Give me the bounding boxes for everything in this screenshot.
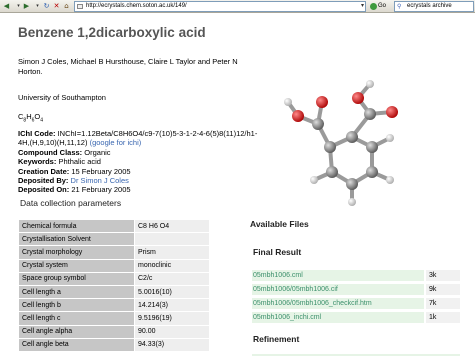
creation-date: Creation Date: 15 February 2005 [18, 166, 131, 176]
table-row: Crystallisation Solvent [19, 233, 209, 246]
ichi-code: IChI Code: INChI=1.12Beta/C8H6O4/c9-7(10… [18, 129, 258, 148]
file-size: 7k [426, 298, 460, 309]
file-link[interactable]: 05mbh1006_inchi.cml [252, 312, 424, 323]
param-value: C2/c [135, 272, 209, 285]
param-key: Chemical formula [19, 220, 134, 233]
authors: Simon J Coles, Michael B Hursthouse, Cla… [18, 57, 238, 76]
stop-icon[interactable]: ✕ [52, 2, 61, 11]
available-files-heading: Available Files [250, 219, 309, 229]
table-row: Space group symbol C2/c [19, 272, 209, 285]
affiliation: University of Southampton [18, 93, 106, 102]
search-input[interactable]: ⚲ ecrystals archive [394, 1, 474, 12]
file-link[interactable]: 05mbh1006/05mbh1006_checkcif.htm [252, 298, 424, 309]
reload-icon[interactable]: ↻ [42, 2, 51, 11]
go-icon [370, 3, 377, 10]
metadata-block: IChI Code: INChI=1.12Beta/C8H6O4/c9-7(10… [18, 129, 258, 195]
deposited-on: Deposited On: 21 February 2005 [18, 185, 131, 195]
file-size: 9k [426, 284, 460, 295]
data-collection-heading: Data collection parameters [20, 198, 122, 208]
param-key: Cell length c [19, 312, 134, 325]
table-row: Cell angle alpha 90.00 [19, 325, 209, 338]
compound-class: Compound Class: Organic [18, 147, 111, 157]
file-row: 05mbh1006/05mbh1006.cif 9k [252, 284, 460, 295]
forward-icon[interactable]: ▶ [22, 2, 31, 11]
table-row: Cell length b 14.214(3) [19, 299, 209, 312]
file-size: 3k [426, 270, 460, 281]
url-dropdown-icon[interactable]: ▾ [361, 2, 364, 11]
browser-toolbar: ◀ ▾ ▶ ▾ ↻ ✕ ⌂ http://ecrystals.chem.soto… [0, 0, 475, 13]
table-row: Cell length a 5.0016(10) [19, 285, 209, 299]
file-row: 05mbh1006/05mbh1006_checkcif.htm 7k [252, 298, 460, 309]
keywords: Keywords: Phthalic acid [18, 157, 101, 167]
table-row: Crystal system monoclinic [19, 259, 209, 272]
molecule-image [284, 80, 398, 206]
param-key: Cell length a [19, 285, 134, 299]
final-result-heading: Final Result [253, 247, 302, 257]
page-content: Benzene 1,2dicarboxylic acid Simon J Col… [0, 14, 475, 356]
home-icon[interactable]: ⌂ [62, 2, 71, 11]
table-row: Chemical formula C8 H6 O4 [19, 220, 209, 233]
chemical-formula: C8H6O4 [18, 112, 44, 124]
url-input[interactable]: http://ecrystals.chem.soton.ac.uk/149/ ▾ [74, 1, 366, 12]
param-key: Cell angle beta [19, 338, 134, 351]
forward-dropdown-icon[interactable]: ▾ [33, 2, 42, 11]
file-link[interactable]: 05mbh1006.cml [252, 270, 424, 281]
param-value: 94.33(3) [135, 338, 209, 351]
search-icon: ⚲ [397, 4, 402, 10]
refinement-heading: Refinement [253, 334, 300, 344]
url-text: http://ecrystals.chem.soton.ac.uk/149/ [86, 3, 187, 9]
page-icon [77, 4, 83, 9]
table-row: Crystal morphology Prism [19, 246, 209, 259]
param-value [135, 233, 209, 246]
param-value: 14.214(3) [135, 299, 209, 312]
search-label: ecrystals archive [407, 3, 452, 9]
file-size: 1k [426, 312, 460, 323]
param-key: Crystallisation Solvent [19, 233, 134, 246]
param-value: 9.5196(19) [135, 312, 209, 325]
go-button[interactable]: Go [370, 1, 390, 12]
page-title: Benzene 1,2dicarboxylic acid [18, 25, 206, 40]
deposited-by: Deposited By: Dr Simon J Coles [18, 176, 129, 186]
param-value: Prism [135, 246, 209, 259]
go-label: Go [378, 3, 387, 9]
table-row: Cell length c 9.5196(19) [19, 312, 209, 325]
param-key: Space group symbol [19, 272, 134, 285]
param-value: 5.0016(10) [135, 285, 209, 299]
param-key: Cell length b [19, 299, 134, 312]
depositor-link[interactable]: Dr Simon J Coles [71, 176, 129, 185]
file-link[interactable]: 05mbh1006/05mbh1006.cif [252, 284, 424, 295]
file-row: 05mbh1006.cml 3k [252, 270, 460, 281]
table-row: Cell angle beta 94.33(3) [19, 338, 209, 351]
param-key: Crystal morphology [19, 246, 134, 259]
param-value: C8 H6 O4 [135, 220, 209, 233]
file-row: 05mbh1006_inchi.cml 1k [252, 312, 460, 323]
google-ichi-link[interactable]: (google for ichi) [90, 138, 142, 147]
param-value: 90.00 [135, 325, 209, 338]
back-icon[interactable]: ◀ [2, 2, 11, 11]
data-collection-table: Chemical formula C8 H6 O4 Crystallisation … [18, 219, 210, 352]
param-key: Crystal system [19, 259, 134, 272]
param-key: Cell angle alpha [19, 325, 134, 338]
param-value: monoclinic [135, 259, 209, 272]
